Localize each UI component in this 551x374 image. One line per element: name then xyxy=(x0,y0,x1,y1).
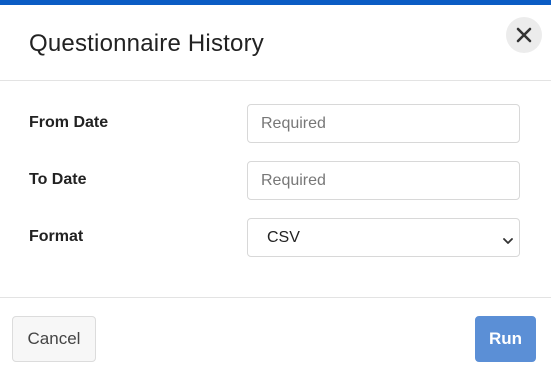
from-date-label: From Date xyxy=(29,114,109,131)
format-selected-value: CSV xyxy=(267,229,300,246)
to-date-input[interactable] xyxy=(247,161,520,200)
to-date-row: To Date xyxy=(0,161,551,201)
to-date-label: To Date xyxy=(29,171,87,188)
format-select[interactable]: CSV xyxy=(247,218,520,257)
dialog-body: From Date To Date Format CSV xyxy=(0,81,551,297)
from-date-row: From Date xyxy=(0,104,551,144)
format-label: Format xyxy=(29,228,84,245)
questionnaire-history-dialog: Questionnaire History From Date To Date … xyxy=(0,0,551,374)
close-icon xyxy=(516,27,532,43)
run-button[interactable]: Run xyxy=(475,316,536,362)
dialog-title: Questionnaire History xyxy=(29,30,264,57)
format-row: Format CSV xyxy=(0,218,551,258)
from-date-input[interactable] xyxy=(247,104,520,143)
dialog-footer: Cancel Run xyxy=(0,297,551,374)
cancel-button[interactable]: Cancel xyxy=(12,316,96,362)
close-button[interactable] xyxy=(506,17,542,53)
dialog-header: Questionnaire History xyxy=(0,5,551,81)
chevron-down-icon xyxy=(502,233,514,244)
